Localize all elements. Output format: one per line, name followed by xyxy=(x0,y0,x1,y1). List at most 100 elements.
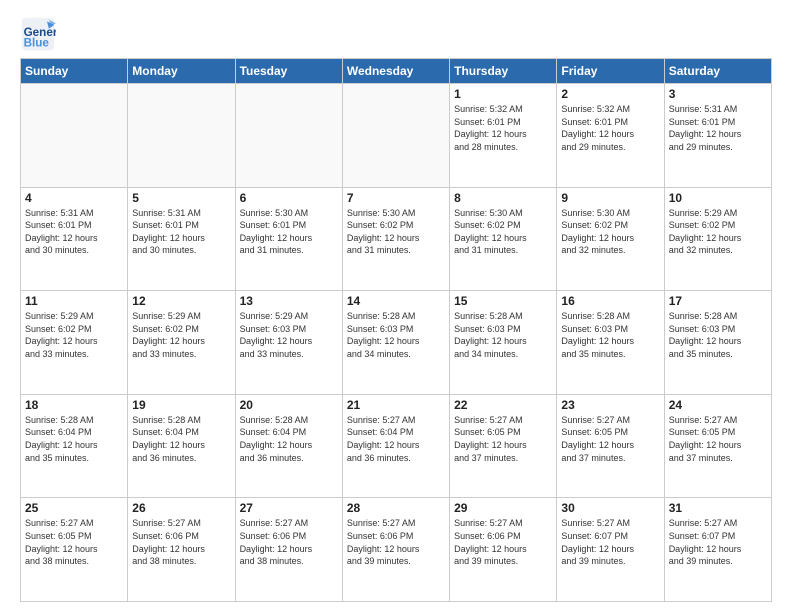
calendar-cell: 9 Sunrise: 5:30 AM Sunset: 6:02 PM Daylig… xyxy=(557,187,664,291)
day-info: Sunrise: 5:28 AM Sunset: 6:04 PM Dayligh… xyxy=(240,414,338,464)
day-number: 12 xyxy=(132,294,230,308)
weekday-header-monday: Monday xyxy=(128,59,235,84)
day-info: Sunrise: 5:27 AM Sunset: 6:04 PM Dayligh… xyxy=(347,414,445,464)
day-number: 17 xyxy=(669,294,767,308)
calendar-cell: 19 Sunrise: 5:28 AM Sunset: 6:04 PM Dayli… xyxy=(128,394,235,498)
calendar-cell: 31 Sunrise: 5:27 AM Sunset: 6:07 PM Dayli… xyxy=(664,498,771,602)
day-info: Sunrise: 5:30 AM Sunset: 6:02 PM Dayligh… xyxy=(347,207,445,257)
day-info: Sunrise: 5:29 AM Sunset: 6:02 PM Dayligh… xyxy=(669,207,767,257)
header: General Blue xyxy=(20,16,772,52)
calendar-cell: 25 Sunrise: 5:27 AM Sunset: 6:05 PM Dayli… xyxy=(21,498,128,602)
weekday-header-thursday: Thursday xyxy=(450,59,557,84)
day-info: Sunrise: 5:27 AM Sunset: 6:06 PM Dayligh… xyxy=(347,517,445,567)
day-info: Sunrise: 5:28 AM Sunset: 6:04 PM Dayligh… xyxy=(25,414,123,464)
day-info: Sunrise: 5:28 AM Sunset: 6:03 PM Dayligh… xyxy=(347,310,445,360)
day-number: 24 xyxy=(669,398,767,412)
calendar-cell: 28 Sunrise: 5:27 AM Sunset: 6:06 PM Dayli… xyxy=(342,498,449,602)
calendar-cell: 8 Sunrise: 5:30 AM Sunset: 6:02 PM Daylig… xyxy=(450,187,557,291)
day-info: Sunrise: 5:27 AM Sunset: 6:05 PM Dayligh… xyxy=(25,517,123,567)
day-number: 9 xyxy=(561,191,659,205)
day-number: 8 xyxy=(454,191,552,205)
day-number: 22 xyxy=(454,398,552,412)
day-number: 11 xyxy=(25,294,123,308)
day-info: Sunrise: 5:29 AM Sunset: 6:02 PM Dayligh… xyxy=(25,310,123,360)
day-info: Sunrise: 5:31 AM Sunset: 6:01 PM Dayligh… xyxy=(669,103,767,153)
day-number: 21 xyxy=(347,398,445,412)
day-info: Sunrise: 5:27 AM Sunset: 6:07 PM Dayligh… xyxy=(561,517,659,567)
week-row-3: 11 Sunrise: 5:29 AM Sunset: 6:02 PM Dayli… xyxy=(21,291,772,395)
day-number: 25 xyxy=(25,501,123,515)
calendar-table: SundayMondayTuesdayWednesdayThursdayFrid… xyxy=(20,58,772,602)
day-info: Sunrise: 5:27 AM Sunset: 6:06 PM Dayligh… xyxy=(454,517,552,567)
calendar-cell: 1 Sunrise: 5:32 AM Sunset: 6:01 PM Daylig… xyxy=(450,84,557,188)
day-info: Sunrise: 5:28 AM Sunset: 6:04 PM Dayligh… xyxy=(132,414,230,464)
day-number: 13 xyxy=(240,294,338,308)
day-number: 27 xyxy=(240,501,338,515)
week-row-1: 1 Sunrise: 5:32 AM Sunset: 6:01 PM Daylig… xyxy=(21,84,772,188)
day-number: 30 xyxy=(561,501,659,515)
calendar-cell: 2Sunrise: 5:32 AM Sunset: 6:01 PM Daylig… xyxy=(557,84,664,188)
logo-icon: General Blue xyxy=(20,16,56,52)
calendar-cell xyxy=(342,84,449,188)
day-number: 1 xyxy=(454,87,552,101)
calendar-cell: 12 Sunrise: 5:29 AM Sunset: 6:02 PM Dayli… xyxy=(128,291,235,395)
weekday-header-sunday: Sunday xyxy=(21,59,128,84)
day-number: 20 xyxy=(240,398,338,412)
svg-text:Blue: Blue xyxy=(24,37,50,50)
calendar-cell: 22 Sunrise: 5:27 AM Sunset: 6:05 PM Dayli… xyxy=(450,394,557,498)
day-info: Sunrise: 5:28 AM Sunset: 6:03 PM Dayligh… xyxy=(669,310,767,360)
day-number: 29 xyxy=(454,501,552,515)
day-number: 15 xyxy=(454,294,552,308)
calendar-cell xyxy=(235,84,342,188)
calendar-cell: 29 Sunrise: 5:27 AM Sunset: 6:06 PM Dayli… xyxy=(450,498,557,602)
day-number: 4 xyxy=(25,191,123,205)
calendar-cell xyxy=(128,84,235,188)
calendar-cell: 30 Sunrise: 5:27 AM Sunset: 6:07 PM Dayli… xyxy=(557,498,664,602)
day-number: 18 xyxy=(25,398,123,412)
day-info: Sunrise: 5:32 AM Sunset: 6:01 PM Dayligh… xyxy=(454,103,552,153)
day-number: 5 xyxy=(132,191,230,205)
day-number: 3 xyxy=(669,87,767,101)
page: General Blue SundayMondayTuesdayWednesda… xyxy=(0,0,792,612)
week-row-5: 25 Sunrise: 5:27 AM Sunset: 6:05 PM Dayli… xyxy=(21,498,772,602)
calendar-cell: 11 Sunrise: 5:29 AM Sunset: 6:02 PM Dayli… xyxy=(21,291,128,395)
calendar-cell xyxy=(21,84,128,188)
day-info: Sunrise: 5:27 AM Sunset: 6:05 PM Dayligh… xyxy=(669,414,767,464)
calendar-cell: 15 Sunrise: 5:28 AM Sunset: 6:03 PM Dayli… xyxy=(450,291,557,395)
day-info: Sunrise: 5:30 AM Sunset: 6:02 PM Dayligh… xyxy=(454,207,552,257)
day-info: Sunrise: 5:30 AM Sunset: 6:02 PM Dayligh… xyxy=(561,207,659,257)
day-number: 16 xyxy=(561,294,659,308)
day-info: Sunrise: 5:28 AM Sunset: 6:03 PM Dayligh… xyxy=(454,310,552,360)
day-info: Sunrise: 5:27 AM Sunset: 6:05 PM Dayligh… xyxy=(454,414,552,464)
calendar-cell: 23 Sunrise: 5:27 AM Sunset: 6:05 PM Dayli… xyxy=(557,394,664,498)
weekday-header-row: SundayMondayTuesdayWednesdayThursdayFrid… xyxy=(21,59,772,84)
calendar-cell: 26Sunrise: 5:27 AM Sunset: 6:06 PM Dayli… xyxy=(128,498,235,602)
day-number: 23 xyxy=(561,398,659,412)
calendar-cell: 21 Sunrise: 5:27 AM Sunset: 6:04 PM Dayli… xyxy=(342,394,449,498)
day-info: Sunrise: 5:27 AM Sunset: 6:07 PM Dayligh… xyxy=(669,517,767,567)
week-row-2: 4 Sunrise: 5:31 AM Sunset: 6:01 PM Daylig… xyxy=(21,187,772,291)
day-info: Sunrise: 5:31 AM Sunset: 6:01 PM Dayligh… xyxy=(25,207,123,257)
day-number: 19 xyxy=(132,398,230,412)
calendar-cell: 14 Sunrise: 5:28 AM Sunset: 6:03 PM Dayli… xyxy=(342,291,449,395)
day-number: 14 xyxy=(347,294,445,308)
calendar-cell: 6Sunrise: 5:30 AM Sunset: 6:01 PM Daylig… xyxy=(235,187,342,291)
calendar-cell: 27 Sunrise: 5:27 AM Sunset: 6:06 PM Dayli… xyxy=(235,498,342,602)
day-number: 28 xyxy=(347,501,445,515)
logo: General Blue xyxy=(20,16,60,52)
calendar-cell: 20 Sunrise: 5:28 AM Sunset: 6:04 PM Dayli… xyxy=(235,394,342,498)
day-number: 10 xyxy=(669,191,767,205)
weekday-header-wednesday: Wednesday xyxy=(342,59,449,84)
day-number: 26 xyxy=(132,501,230,515)
day-info: Sunrise: 5:31 AM Sunset: 6:01 PM Dayligh… xyxy=(132,207,230,257)
week-row-4: 18 Sunrise: 5:28 AM Sunset: 6:04 PM Dayli… xyxy=(21,394,772,498)
weekday-header-saturday: Saturday xyxy=(664,59,771,84)
day-info: Sunrise: 5:29 AM Sunset: 6:03 PM Dayligh… xyxy=(240,310,338,360)
calendar-cell: 5 Sunrise: 5:31 AM Sunset: 6:01 PM Daylig… xyxy=(128,187,235,291)
day-info: Sunrise: 5:27 AM Sunset: 6:05 PM Dayligh… xyxy=(561,414,659,464)
day-info: Sunrise: 5:27 AM Sunset: 6:06 PM Dayligh… xyxy=(240,517,338,567)
calendar-cell: 17 Sunrise: 5:28 AM Sunset: 6:03 PM Dayli… xyxy=(664,291,771,395)
day-number: 7 xyxy=(347,191,445,205)
day-info: Sunrise: 5:29 AM Sunset: 6:02 PM Dayligh… xyxy=(132,310,230,360)
day-number: 31 xyxy=(669,501,767,515)
